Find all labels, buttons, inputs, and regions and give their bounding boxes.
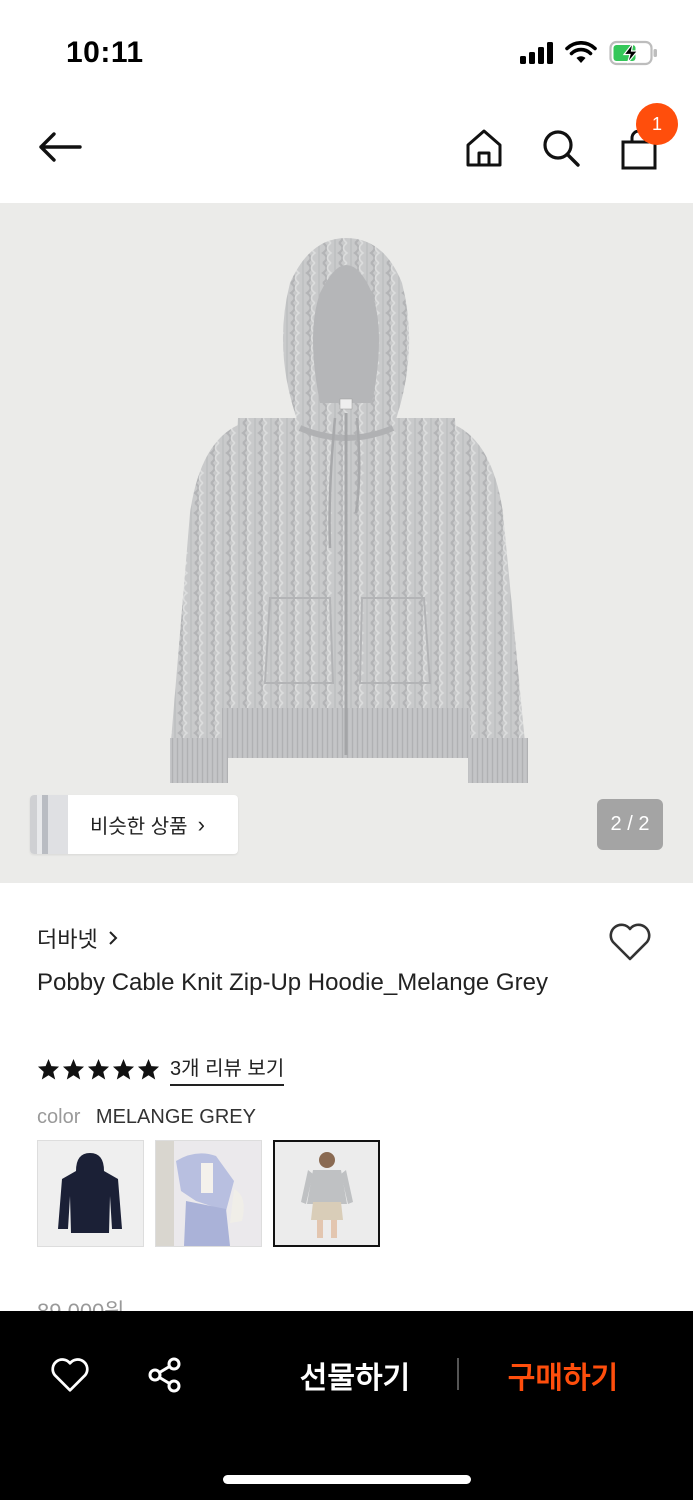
home-icon <box>466 129 502 167</box>
color-swatches <box>37 1140 380 1247</box>
buy-button[interactable]: 구매하기 <box>478 1350 648 1400</box>
arrow-left-icon <box>39 132 82 162</box>
top-navigation-bar <box>0 100 693 202</box>
view-reviews-link[interactable]: 3개 리뷰 보기 <box>170 1052 285 1086</box>
status-bar: 10:11 <box>0 0 693 100</box>
gift-button[interactable]: 선물하기 <box>270 1350 440 1400</box>
search-button[interactable] <box>535 122 587 174</box>
heart-outline-icon <box>51 1358 89 1392</box>
home-button[interactable] <box>458 122 510 174</box>
status-icons <box>520 40 659 66</box>
star-icon <box>37 1058 60 1080</box>
wifi-icon <box>565 41 597 63</box>
share-button[interactable] <box>140 1350 190 1400</box>
color-row: color MELANGE GREY <box>37 1106 256 1129</box>
swatch-thumbnail <box>156 1141 261 1246</box>
rating-row: 3개 리뷰 보기 <box>37 1052 285 1086</box>
home-indicator <box>223 1475 471 1484</box>
share-icon <box>148 1357 181 1393</box>
star-icon <box>112 1058 135 1080</box>
battery-charging-icon <box>609 40 657 66</box>
color-swatch-melange-grey[interactable] <box>273 1140 380 1247</box>
back-button[interactable] <box>33 121 85 173</box>
wishlist-button[interactable] <box>604 918 656 966</box>
similar-products-label: 비슷한 상품 <box>90 816 188 838</box>
similar-products-button[interactable]: 비슷한 상품 › <box>30 795 238 854</box>
status-time: 10:11 <box>66 36 144 69</box>
star-icon <box>62 1058 85 1080</box>
swatch-thumbnail <box>38 1141 143 1246</box>
swatch-thumbnail <box>275 1142 378 1245</box>
bottom-wishlist-button[interactable] <box>45 1350 95 1400</box>
star-icon <box>137 1058 160 1080</box>
bottom-action-bar <box>0 1311 693 1500</box>
color-label: color <box>37 1106 81 1128</box>
image-page-counter: 2 / 2 <box>597 799 663 850</box>
product-image-carousel[interactable] <box>0 203 693 883</box>
star-icon <box>87 1058 110 1080</box>
bottom-bar-divider <box>457 1358 459 1390</box>
search-icon <box>543 130 580 167</box>
product-title: Pobby Cable Knit Zip-Up Hoodie_Melange G… <box>37 969 548 996</box>
heart-outline-icon <box>609 923 651 961</box>
chevron-right-icon <box>109 931 118 945</box>
cart-count-badge: 1 <box>636 103 678 145</box>
product-image <box>170 238 528 783</box>
color-swatch-navy[interactable] <box>37 1140 144 1247</box>
brand-name: 더바넷 <box>37 927 98 952</box>
star-rating <box>37 1058 160 1080</box>
brand-link[interactable]: 더바넷 <box>37 922 118 954</box>
cellular-signal-icon <box>520 42 553 64</box>
color-swatch-lavender[interactable] <box>155 1140 262 1247</box>
selected-color-value: MELANGE GREY <box>95 1106 256 1128</box>
similar-products-thumbnail <box>30 795 68 854</box>
chevron-right-icon: › <box>197 811 205 837</box>
